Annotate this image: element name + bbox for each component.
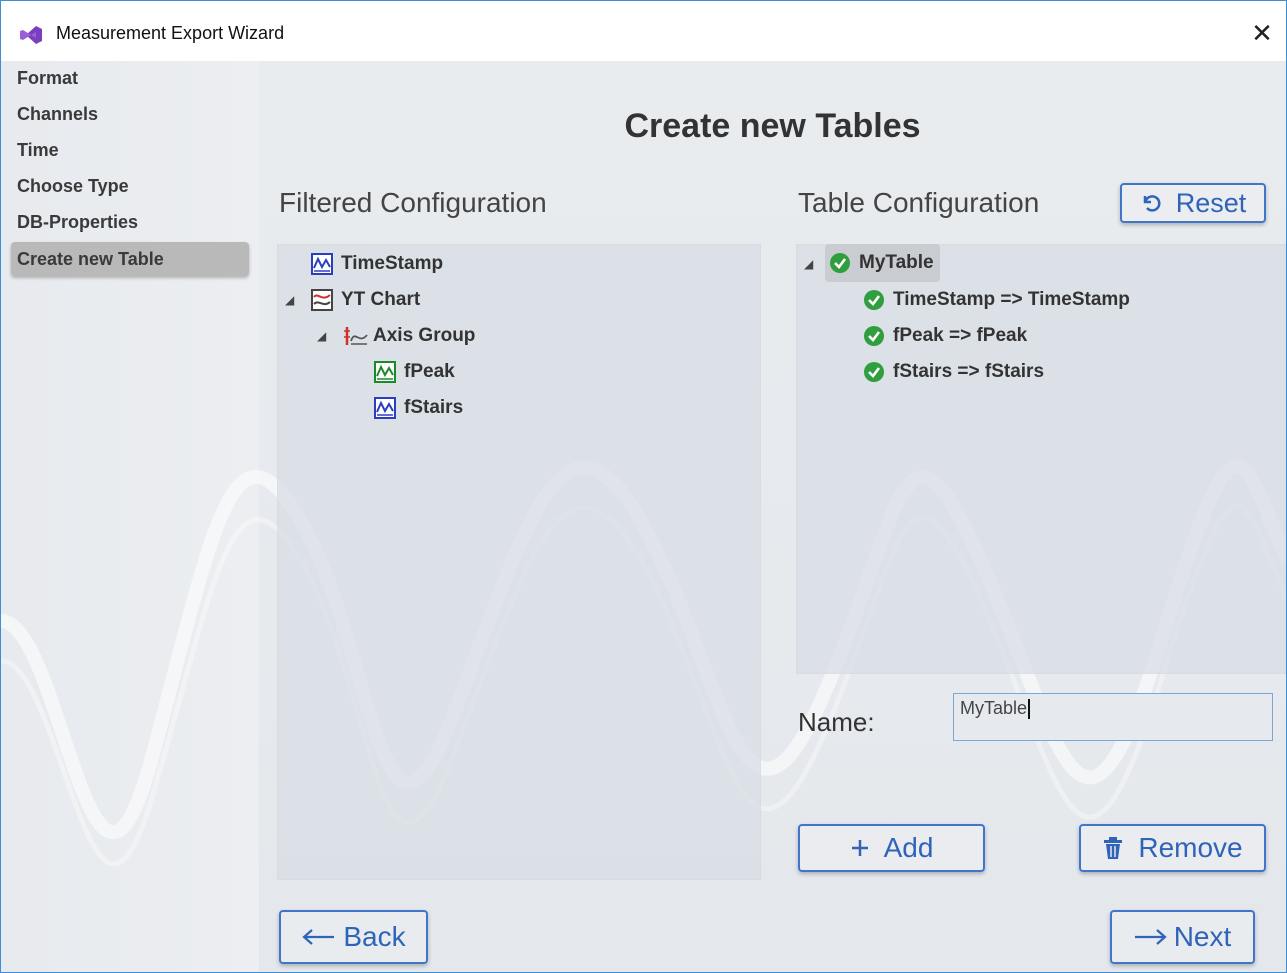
mapping-label: TimeStamp => TimeStamp bbox=[893, 289, 1130, 310]
title-bar: Measurement Export Wizard ✕ bbox=[1, 1, 1286, 61]
check-circle-icon bbox=[863, 361, 885, 383]
trash-icon bbox=[1102, 836, 1124, 860]
channel-icon bbox=[374, 361, 396, 383]
table-name-value: MyTable bbox=[960, 698, 1028, 718]
expand-arrow-icon[interactable]: ◢ bbox=[317, 329, 331, 343]
visual-studio-icon bbox=[19, 25, 43, 45]
close-icon: ✕ bbox=[1251, 18, 1273, 48]
tree-node-label: YT Chart bbox=[341, 289, 421, 310]
tree-node-fstairs[interactable]: fStairs bbox=[374, 394, 463, 422]
arrow-right-icon bbox=[1134, 927, 1168, 947]
filtered-configuration-title: Filtered Configuration bbox=[279, 187, 547, 218]
mapping-row[interactable]: TimeStamp => TimeStamp bbox=[863, 286, 1130, 314]
yt-chart-icon bbox=[311, 289, 333, 311]
wizard-sidebar: Format Channels Time Choose Type DB-Prop… bbox=[1, 61, 259, 972]
text-caret bbox=[1028, 699, 1031, 720]
page-title: Create new Tables bbox=[624, 107, 921, 145]
add-button[interactable]: Add bbox=[798, 824, 985, 872]
expand-arrow-icon[interactable]: ◢ bbox=[285, 293, 299, 307]
axis-group-icon bbox=[343, 325, 368, 347]
table-name-input[interactable]: MyTable bbox=[953, 693, 1273, 741]
tree-node-mytable[interactable]: MyTable bbox=[825, 244, 940, 282]
check-circle-icon bbox=[863, 325, 885, 347]
close-button[interactable]: ✕ bbox=[1238, 11, 1286, 55]
reset-button[interactable]: Reset bbox=[1120, 183, 1266, 223]
sidebar-item-channels[interactable]: Channels bbox=[11, 97, 249, 131]
tree-node-yt-chart[interactable]: YT Chart bbox=[311, 286, 420, 314]
table-configuration-title: Table Configuration bbox=[798, 187, 1040, 218]
expand-arrow-icon[interactable]: ◢ bbox=[804, 257, 818, 271]
arrow-left-icon bbox=[301, 927, 335, 947]
remove-button[interactable]: Remove bbox=[1079, 824, 1266, 872]
back-button-label: Back bbox=[343, 921, 406, 952]
sidebar-item-create-new-table[interactable]: Create new Table bbox=[11, 242, 249, 276]
back-button[interactable]: Back bbox=[279, 910, 428, 964]
mapping-row[interactable]: fStairs => fStairs bbox=[863, 358, 1044, 386]
channel-icon bbox=[374, 397, 396, 419]
sidebar-item-db-properties[interactable]: DB-Properties bbox=[11, 205, 249, 239]
check-circle-icon bbox=[863, 289, 885, 311]
mapping-label: fStairs => fStairs bbox=[893, 361, 1045, 382]
sidebar-item-time[interactable]: Time bbox=[11, 133, 249, 167]
reset-button-label: Reset bbox=[1175, 187, 1247, 218]
plus-icon bbox=[850, 838, 870, 858]
sidebar-item-choose-type[interactable]: Choose Type bbox=[11, 169, 249, 203]
tree-node-timestamp[interactable]: TimeStamp bbox=[311, 250, 443, 278]
wizard-window: Measurement Export Wizard ✕ Format Chann… bbox=[0, 0, 1287, 973]
tree-node-label: Axis Group bbox=[373, 325, 476, 346]
mapping-label: fPeak => fPeak bbox=[893, 325, 1028, 346]
channel-icon bbox=[311, 253, 333, 275]
remove-button-label: Remove bbox=[1138, 832, 1243, 863]
tree-node-label: MyTable bbox=[859, 252, 934, 273]
next-button-label: Next bbox=[1173, 921, 1232, 952]
tree-node-label: fStairs bbox=[404, 397, 464, 418]
name-label: Name: bbox=[798, 707, 875, 737]
add-button-label: Add bbox=[883, 832, 934, 863]
window-title: Measurement Export Wizard bbox=[56, 23, 285, 43]
check-circle-icon bbox=[829, 252, 851, 274]
sidebar-item-format[interactable]: Format bbox=[11, 61, 249, 95]
tree-node-label: TimeStamp bbox=[341, 253, 444, 274]
undo-icon bbox=[1140, 192, 1162, 214]
next-button[interactable]: Next bbox=[1110, 910, 1255, 964]
tree-node-axis-group[interactable]: Axis Group bbox=[343, 322, 475, 350]
tree-node-fpeak[interactable]: fPeak bbox=[374, 358, 455, 386]
tree-node-label: fPeak bbox=[404, 361, 455, 382]
mapping-row[interactable]: fPeak => fPeak bbox=[863, 322, 1027, 350]
